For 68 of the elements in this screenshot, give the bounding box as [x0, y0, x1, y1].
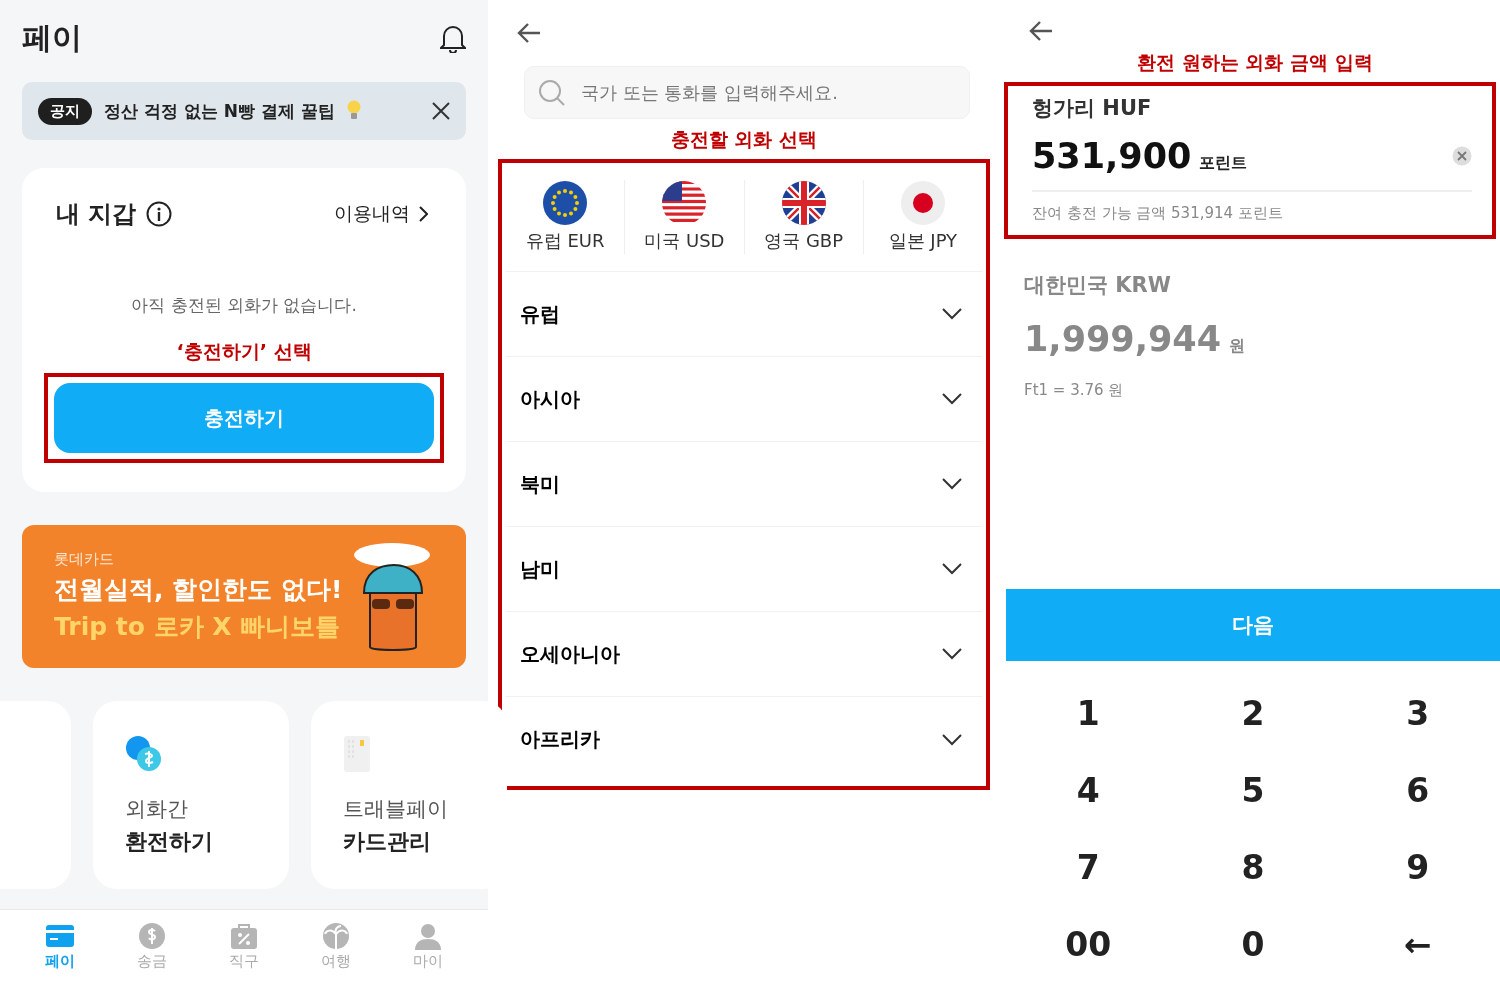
currency-option[interactable]: 영국 GBP [744, 180, 864, 254]
currency-option[interactable]: 유럽 EUR [506, 180, 626, 254]
keypad-key[interactable]: 4 [1006, 752, 1171, 829]
shortcut-title: 환전하기 [125, 828, 214, 856]
keypad-key[interactable]: 8 [1170, 829, 1336, 906]
keypad-key[interactable]: 2 [1170, 675, 1336, 752]
card-icon [45, 922, 75, 950]
notice-bar[interactable]: 공지 정산 걱정 없는 N빵 결제 꿀팁 [22, 82, 466, 140]
chevron-icon [942, 563, 962, 575]
currency-name: 대한민국 KRW [1024, 272, 1172, 299]
percent-bag-icon [229, 922, 259, 950]
remaining-limit: 잔여 충전 가능 금액 531,914 포린트 [1032, 204, 1284, 223]
keypad-key[interactable]: 0 [1170, 906, 1336, 983]
amount-value: 1,999,944 [1024, 319, 1222, 359]
info-icon[interactable] [146, 201, 173, 227]
wallet-title: 내 지갑 [56, 199, 137, 230]
empty-message: 아직 충전된 외화가 없습니다. [131, 294, 357, 317]
chevron-icon [942, 308, 962, 320]
shortcut-caption: 트래블페이 [343, 796, 449, 823]
shortcut-title: 카드관리 [343, 828, 432, 856]
chevron-right-icon [418, 206, 428, 222]
close-icon[interactable] [432, 102, 450, 120]
shortcut-card[interactable]: 외화간 환전하기 [93, 701, 289, 889]
banner-headline: 전월실적, 할인한도 없다! [54, 574, 343, 606]
chevron-icon [942, 733, 962, 746]
clear-icon[interactable] [1452, 146, 1472, 166]
keypad-key[interactable]: 1 [1006, 675, 1171, 752]
annotation-text: 환전 원하는 외화 금액 입력 [1136, 50, 1373, 75]
person-icon [413, 922, 443, 950]
flag-icon [543, 181, 588, 225]
amount-unit: 포린트 [1199, 153, 1248, 174]
lightbulb-icon [346, 100, 361, 122]
currency-name: 헝가리 HUF [1032, 95, 1153, 122]
annotation-text: 충전할 외화 선택 [670, 127, 818, 152]
notice-text: 정산 걱정 없는 N빵 결제 꿀팁 [104, 99, 335, 123]
annotation-text: ‘충전하기’ 선택 [176, 339, 312, 364]
bell-icon[interactable] [440, 23, 466, 53]
currency-option[interactable]: 미국 USD [625, 180, 745, 254]
amount-unit: 원 [1229, 336, 1246, 357]
banner-subline: Trip to 로카 X 빠니보틀 [54, 611, 342, 643]
shortcut-card[interactable]: 트래블페이 카드관리 [311, 701, 507, 889]
keypad-key[interactable]: 7 [1006, 829, 1171, 906]
banner-brand: 롯데카드 [54, 550, 115, 569]
amount-value: 531,900 [1032, 136, 1192, 176]
keypad-key[interactable]: 3 [1335, 675, 1500, 752]
card-icon [343, 735, 371, 773]
keypad-key[interactable]: 5 [1170, 752, 1336, 829]
currency-coins-icon [125, 735, 163, 773]
keypad-key[interactable]: 6 [1335, 752, 1500, 829]
palm-tree-icon [321, 922, 351, 950]
flag-icon [781, 181, 826, 225]
chevron-icon [942, 393, 962, 405]
keypad-key[interactable]: 00 [1006, 906, 1171, 983]
keypad-key[interactable]: ← [1335, 906, 1500, 983]
chevron-icon [942, 478, 962, 490]
search-field[interactable]: 국가 또는 통화를 입력해주세요. [524, 66, 970, 119]
notice-badge: 공지 [38, 97, 92, 125]
exchange-rate: Ft1 = 3.76 원 [1024, 381, 1125, 400]
history-link[interactable]: 이용내역 [334, 201, 428, 227]
chevron-icon [942, 648, 962, 660]
search-icon [538, 79, 566, 107]
coin-icon [137, 922, 167, 950]
screen-title: 페이 [22, 18, 82, 57]
shortcut-caption: 외화간 [125, 796, 189, 823]
flag-icon [662, 181, 707, 225]
currency-option[interactable]: 일본 JPY [863, 180, 982, 254]
keypad-key[interactable]: 9 [1335, 829, 1500, 906]
flag-icon [900, 181, 945, 225]
